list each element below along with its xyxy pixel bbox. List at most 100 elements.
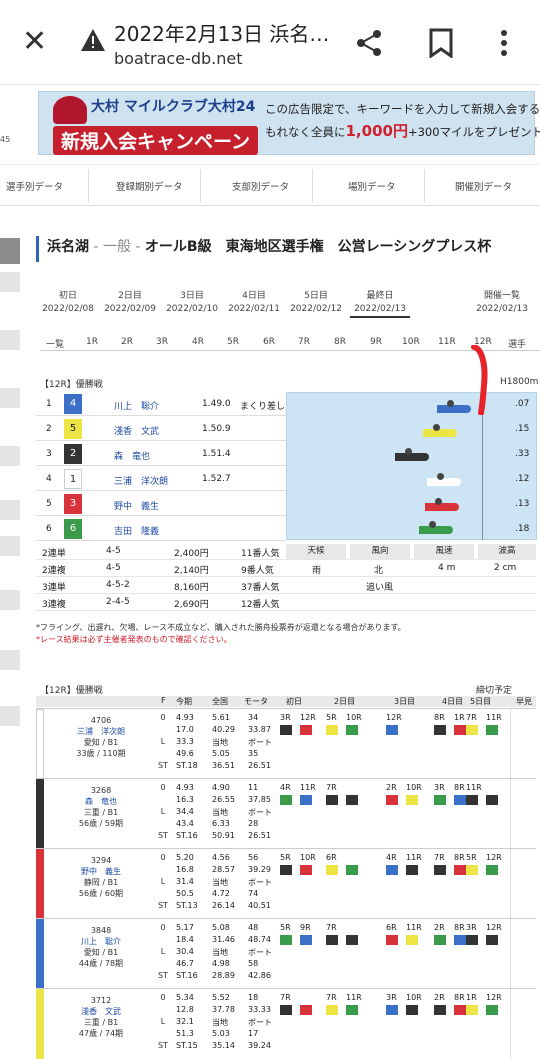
result-row[interactable]: 1 4 川上 聡介 1.49.0 まくり差し <box>36 392 286 416</box>
day-race: 12R <box>300 713 316 722</box>
motor-stat: ボート <box>248 948 272 957</box>
day-race: 11R <box>466 783 482 792</box>
tab-day-3[interactable]: 3日目 2022/02/10 <box>164 290 220 316</box>
result-row[interactable]: 3 2 森 竜也 1.51.4 <box>36 442 286 466</box>
national-stat: 5.52 <box>212 993 230 1002</box>
quick-view-cell[interactable] <box>510 989 536 1059</box>
day-race: 10R <box>300 853 316 862</box>
nav-meet-data[interactable]: 開催別データ <box>455 179 512 193</box>
boat-3-marker <box>425 498 459 511</box>
day-race: 8R <box>454 923 465 932</box>
day-race: 3R <box>386 993 397 1002</box>
day-race: 10R <box>406 993 422 1002</box>
tab-race-10[interactable]: 10R <box>402 337 420 347</box>
motor-stat: 26.51 <box>248 761 271 770</box>
bookmark-icon[interactable] <box>428 28 454 58</box>
nav-term-data[interactable]: 登録期別データ <box>116 179 183 193</box>
tab-race-8[interactable]: 8R <box>334 337 346 347</box>
day-course-square <box>486 935 498 945</box>
result-row[interactable]: 5 3 野中 義生 <box>36 492 286 516</box>
boat-2-marker <box>395 448 429 461</box>
close-icon[interactable]: ✕ <box>22 27 52 57</box>
tab-race-9[interactable]: 9R <box>370 337 382 347</box>
day-race: 4R <box>386 853 397 862</box>
day-race: 10R <box>346 713 362 722</box>
day-course-square <box>346 1005 358 1015</box>
quick-view-cell[interactable] <box>510 709 536 779</box>
nav-venue-data[interactable]: 場別データ <box>348 179 396 193</box>
result-row[interactable]: 2 5 淺香 文武 1.50.9 <box>36 417 286 441</box>
quick-view-cell[interactable] <box>510 919 536 989</box>
day-race: 3R <box>466 923 477 932</box>
tab-day-1[interactable]: 初日 2022/02/08 <box>40 290 96 316</box>
motor-stat: 11 <box>248 783 259 792</box>
motor-stat: ボート <box>248 738 272 747</box>
racer-info[interactable]: 3848 川上 聡介 愛知 / B1 44歳 / 78期 <box>46 919 156 969</box>
tab-race-3[interactable]: 3R <box>156 337 168 347</box>
tab-race-4[interactable]: 4R <box>192 337 204 347</box>
day-course-square <box>280 1005 292 1015</box>
entry-row[interactable]: 3712 淺香 文武 三重 / B1 47歳 / 74期 0 5.34 5.52 18 12.8… <box>36 988 536 1059</box>
ad-logo <box>53 96 87 124</box>
entry-row[interactable]: 4706 三浦 洋次朗 愛知 / B1 33歳 / 110期 0 4.93 5.61 34 17… <box>36 708 536 779</box>
day-course-square <box>454 725 466 735</box>
motor-stat: 39.24 <box>248 1041 271 1050</box>
term-stat: 31.4 <box>176 877 194 886</box>
motor-stat: 42.86 <box>248 971 271 980</box>
result-row[interactable]: 4 1 三浦 洋次朗 1.52.7 <box>36 467 286 491</box>
warning-icon[interactable] <box>80 28 106 52</box>
motor-stat: 58 <box>248 959 259 968</box>
tab-day-2[interactable]: 2日目 2022/02/09 <box>102 290 158 316</box>
entry-row[interactable]: 3848 川上 聡介 愛知 / B1 44歳 / 78期 0 5.17 5.08 48 18.4… <box>36 918 536 989</box>
day-race: 11R <box>346 993 362 1002</box>
tab-race-2[interactable]: 2R <box>121 337 133 347</box>
quick-view-cell[interactable] <box>510 779 536 849</box>
racer-info[interactable]: 3712 淺香 文武 三重 / B1 47歳 / 74期 <box>46 989 156 1039</box>
result-header: 【12R】優勝戦 <box>40 380 103 390</box>
tab-day-final[interactable]: 最終日 2022/02/13 <box>350 290 410 318</box>
racer-info[interactable]: 4706 三浦 洋次朗 愛知 / B1 33歳 / 110期 <box>46 709 156 759</box>
tab-race-1[interactable]: 1R <box>86 337 98 347</box>
day-race: 7R <box>326 993 337 1002</box>
racer-info[interactable]: 3294 野中 義生 静岡 / B1 56歳 / 60期 <box>46 849 156 899</box>
boat-1-marker <box>427 473 461 486</box>
day-course-square <box>326 795 338 805</box>
entry-row[interactable]: 3294 野中 義生 静岡 / B1 56歳 / 60期 0 5.20 4.56 56 16.8… <box>36 848 536 919</box>
day-course-square <box>386 795 398 805</box>
tab-day-4[interactable]: 4日目 2022/02/11 <box>226 290 282 316</box>
entries-header: 【12R】優勝戦 <box>40 686 103 696</box>
day-course-square <box>300 795 312 805</box>
entry-row[interactable]: 3268 森 竜也 三重 / B1 56歳 / 59期 0 4.93 4.90 11 16.3 2… <box>36 778 536 849</box>
tab-race-11[interactable]: 11R <box>438 337 456 347</box>
result-row[interactable]: 6 6 吉田 隆義 <box>36 517 286 541</box>
day-course-square <box>280 865 292 875</box>
ad-banner[interactable]: 大村 マイルクラブ大村24 新規入会キャンペーン この広告限定で、キーワードを入… <box>38 91 540 155</box>
racer-info[interactable]: 3268 森 竜也 三重 / B1 56歳 / 59期 <box>46 779 156 829</box>
day-course-square <box>486 865 498 875</box>
nav-branch-data[interactable]: 支部別データ <box>232 179 289 193</box>
quick-view-cell[interactable] <box>510 849 536 919</box>
day-course-square <box>434 1005 446 1015</box>
data-nav: 選手別データ 登録期別データ 支部別データ 場別データ 開催別データ <box>0 164 540 206</box>
tab-race-6[interactable]: 6R <box>263 337 275 347</box>
page-url[interactable]: boatrace-db.net <box>114 49 242 68</box>
st-value: .18 <box>515 524 530 534</box>
st-value: .13 <box>515 499 530 509</box>
nav-player-data[interactable]: 選手別データ <box>6 179 63 193</box>
tab-players[interactable]: 選手 <box>508 337 526 350</box>
day-race: 8R <box>454 853 465 862</box>
motor-stat: 74 <box>248 889 259 898</box>
share-icon[interactable] <box>354 28 384 58</box>
more-vert-icon[interactable] <box>498 28 510 58</box>
day-course-square <box>326 725 338 735</box>
start-timing-chart: .07 .15 .33 .12 .13 .18 <box>286 392 537 540</box>
payout-row: 2連単 4-5 2,400円 11番人気 天候 風向 風速 波高 <box>36 543 536 560</box>
tab-race-5[interactable]: 5R <box>227 337 239 347</box>
tab-meet-list[interactable]: 開催一覧 2022/02/13 <box>472 290 532 316</box>
tab-race-7[interactable]: 7R <box>298 337 310 347</box>
tab-day-5[interactable]: 5日目 2022/02/12 <box>288 290 344 316</box>
day-race: 3R <box>434 783 445 792</box>
term-stat: 46.7 <box>176 959 194 968</box>
motor-stat: 37.85 <box>248 795 271 804</box>
tab-list[interactable]: 一覧 <box>46 337 64 350</box>
